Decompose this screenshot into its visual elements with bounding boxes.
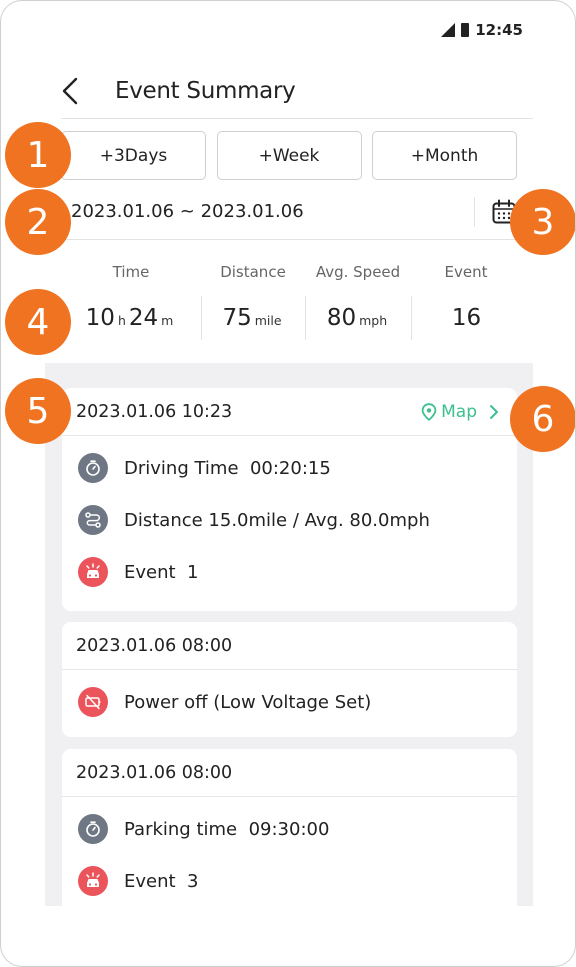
stat-time-minutes-unit: m xyxy=(161,313,174,328)
card-body: Parking time 09:30:00 Event 3 xyxy=(62,797,517,906)
stat-label-distance: Distance xyxy=(220,263,286,281)
event-card[interactable]: 2023.01.06 10:23 Map Driving Time 00:20:… xyxy=(62,388,517,611)
stats-labels: Time Distance Avg. Speed Event xyxy=(61,263,521,281)
stat-event-value: 16 xyxy=(451,305,482,331)
back-button[interactable] xyxy=(61,71,101,111)
callout-badge-3: 3 xyxy=(510,189,575,255)
date-range-row: 2023.01.06 ~ 2023.01.06 xyxy=(61,184,517,240)
chevron-left-icon xyxy=(62,77,78,104)
card-row: Event 1 xyxy=(78,546,517,598)
map-link-label: Map xyxy=(441,401,477,422)
card-row: Distance 15.0mile / Avg. 80.0mph xyxy=(78,494,517,546)
stat-time: 10 h 24 m xyxy=(61,296,201,340)
stopwatch-icon xyxy=(78,453,108,483)
callout-badge-5: 5 xyxy=(5,378,71,444)
driving-time-text: Driving Time 00:20:15 xyxy=(124,457,331,479)
event-list[interactable]: 2023.01.06 10:23 Map Driving Time 00:20:… xyxy=(45,363,533,906)
location-pin-icon xyxy=(421,402,437,421)
power-off-icon xyxy=(78,687,108,717)
callout-badge-4: 4 xyxy=(5,289,71,355)
power-off-text: Power off (Low Voltage Set) xyxy=(124,691,372,713)
stat-time-hours: 10 xyxy=(85,305,115,331)
stat-event: 16 xyxy=(411,296,521,340)
card-time: 2023.01.06 08:00 xyxy=(76,635,233,656)
chevron-right-icon xyxy=(490,404,498,419)
event-count-text: Event 1 xyxy=(124,561,199,583)
stat-time-minutes: 24 xyxy=(128,305,159,331)
card-header: 2023.01.06 10:23 Map xyxy=(62,388,517,436)
parking-time-text: Parking time 09:30:00 xyxy=(124,818,330,840)
card-body: Driving Time 00:20:15 Distance 15.0mile … xyxy=(62,436,517,602)
range-3days-button[interactable]: +3Days xyxy=(61,131,206,180)
header: Event Summary xyxy=(61,63,533,119)
range-week-button[interactable]: +Week xyxy=(216,131,362,180)
map-link[interactable]: Map xyxy=(421,402,501,422)
stat-speed-unit: mph xyxy=(359,313,388,328)
stat-speed-value: 80 xyxy=(326,305,357,331)
status-bar: 12:45 xyxy=(441,21,523,39)
stat-time-hours-unit: h xyxy=(117,313,126,328)
card-body: Power off (Low Voltage Set) xyxy=(62,670,517,732)
distance-text: Distance 15.0mile / Avg. 80.0mph xyxy=(124,509,430,531)
page-title: Event Summary xyxy=(115,77,296,104)
signal-icon xyxy=(441,23,456,37)
card-row: Driving Time 00:20:15 xyxy=(78,442,517,494)
callout-badge-1: 1 xyxy=(5,122,71,188)
status-time: 12:45 xyxy=(475,21,523,39)
stat-label-speed: Avg. Speed xyxy=(315,263,401,281)
phone-frame: 12:45 Event Summary +3Days +Week +Month … xyxy=(0,0,576,967)
stat-distance-unit: mile xyxy=(254,313,282,328)
stopwatch-icon xyxy=(78,814,108,844)
range-buttons: +3Days +Week +Month xyxy=(61,131,517,180)
event-count-text: Event 3 xyxy=(124,870,199,892)
stat-label-event: Event xyxy=(444,263,488,281)
card-row: Parking time 09:30:00 xyxy=(78,803,517,855)
callout-badge-2: 2 xyxy=(5,189,71,255)
card-header: 2023.01.06 08:00 xyxy=(62,622,517,670)
card-row: Power off (Low Voltage Set) xyxy=(78,676,517,728)
car-event-icon xyxy=(78,557,108,587)
battery-icon xyxy=(461,23,470,37)
card-row: Event 3 xyxy=(78,855,517,906)
stat-label-time: Time xyxy=(112,263,150,281)
stat-distance: 75 mile xyxy=(201,296,305,340)
car-event-icon xyxy=(78,866,108,896)
date-range[interactable]: 2023.01.06 ~ 2023.01.06 xyxy=(61,201,304,222)
stat-speed: 80 mph xyxy=(305,296,411,340)
card-time: 2023.01.06 08:00 xyxy=(76,762,233,783)
route-icon xyxy=(78,505,108,535)
event-card[interactable]: 2023.01.06 08:00 Parking time 09:30:00 E… xyxy=(62,749,517,906)
callout-badge-6: 6 xyxy=(510,386,575,452)
range-month-button[interactable]: +Month xyxy=(372,131,517,180)
stat-distance-value: 75 xyxy=(222,305,252,331)
stats-values: 10 h 24 m 75 mile 80 mph 16 xyxy=(61,296,521,340)
card-time: 2023.01.06 10:23 xyxy=(76,401,233,422)
card-header: 2023.01.06 08:00 xyxy=(62,749,517,797)
summary-stats: Time Distance Avg. Speed Event 10 h 24 m… xyxy=(61,263,521,340)
event-card[interactable]: 2023.01.06 08:00 Power off (Low Voltage … xyxy=(62,622,517,737)
